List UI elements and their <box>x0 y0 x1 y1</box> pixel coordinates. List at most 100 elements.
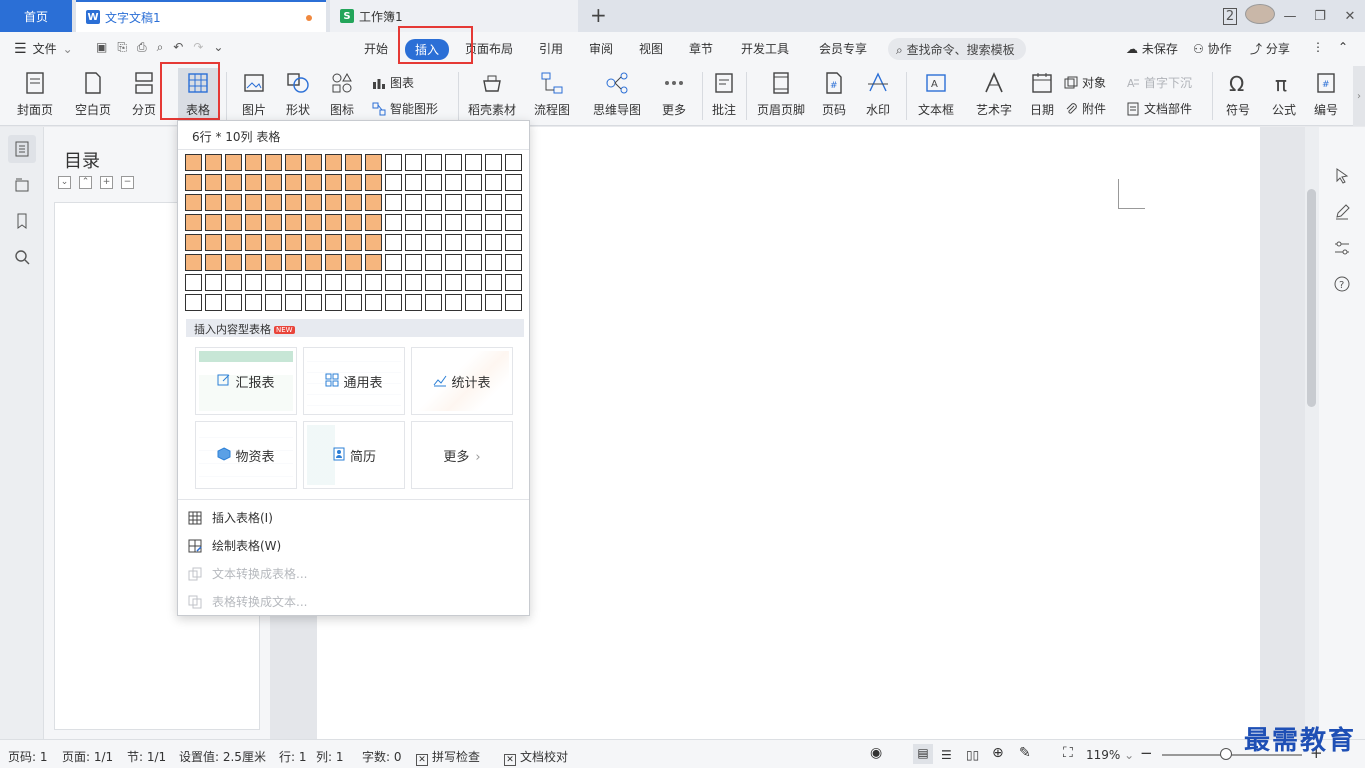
eye-protection-icon[interactable]: ◉ <box>870 745 882 761</box>
more-templates-card[interactable]: 更多 › <box>411 421 513 489</box>
table-grid-cell[interactable] <box>365 154 382 171</box>
table-grid-cell[interactable] <box>205 174 222 191</box>
table-grid-cell[interactable] <box>385 174 402 191</box>
table-grid-cell[interactable] <box>425 154 442 171</box>
table-grid-cell[interactable] <box>245 294 262 311</box>
formula-button[interactable]: π 公式 <box>1264 68 1304 122</box>
table-grid-cell[interactable] <box>205 154 222 171</box>
outline-view-icon[interactable]: ☰ <box>941 748 952 762</box>
table-grid-cell[interactable] <box>485 274 502 291</box>
table-grid-cell[interactable] <box>285 294 302 311</box>
table-grid-cell[interactable] <box>245 194 262 211</box>
table-grid-cell[interactable] <box>205 254 222 271</box>
smartart-button[interactable]: 智能图形 <box>372 100 438 117</box>
table-grid-cell[interactable] <box>465 294 482 311</box>
symbol-button[interactable]: Ω 符号 <box>1218 68 1258 122</box>
table-grid-cell[interactable] <box>465 154 482 171</box>
flowchart-button[interactable]: 流程图 <box>528 68 576 122</box>
menu-insert[interactable]: 插入 <box>405 39 450 60</box>
table-grid-cell[interactable] <box>325 154 342 171</box>
table-grid-cell[interactable] <box>245 274 262 291</box>
supplies-table-card[interactable]: 物资表 <box>195 421 297 489</box>
zoom-out-icon[interactable]: − <box>1140 744 1153 762</box>
customize-chevron-icon[interactable]: ⌄ <box>213 40 223 55</box>
table-grid-cell[interactable] <box>185 174 202 191</box>
resume-card[interactable]: 简历 <box>303 421 405 489</box>
expand-all-icon[interactable]: ⌄ <box>58 176 71 189</box>
table-grid-cell[interactable] <box>505 234 522 251</box>
table-grid-cell[interactable] <box>425 194 442 211</box>
help-icon[interactable]: ? <box>1331 273 1353 295</box>
table-grid-cell[interactable] <box>205 294 222 311</box>
doc-parts-button[interactable]: 文档部件 <box>1126 100 1192 117</box>
table-grid-cell[interactable] <box>325 294 342 311</box>
general-table-card[interactable]: 通用表 <box>303 347 405 415</box>
collaborate-button[interactable]: ⚇ 协作 <box>1193 40 1232 57</box>
table-grid-cell[interactable] <box>485 294 502 311</box>
table-grid-cell[interactable] <box>205 274 222 291</box>
table-grid-cell[interactable] <box>385 254 402 271</box>
table-grid-cell[interactable] <box>365 214 382 231</box>
table-grid-cell[interactable] <box>465 214 482 231</box>
table-grid-cell[interactable] <box>445 194 462 211</box>
collapse-all-icon[interactable]: ⌃ <box>79 176 92 189</box>
table-grid-cell[interactable] <box>385 294 402 311</box>
table-grid-cell[interactable] <box>285 174 302 191</box>
user-avatar[interactable] <box>1245 4 1275 28</box>
menu-chapter[interactable]: 章节 <box>689 40 713 57</box>
page-view-icon[interactable]: ▤ <box>913 744 933 764</box>
table-grid-cell[interactable] <box>285 254 302 271</box>
table-grid-cell[interactable] <box>365 294 382 311</box>
page-break-button[interactable]: 分页 <box>124 68 164 122</box>
file-menu[interactable]: ☰ 文件 ⌄ <box>14 40 73 57</box>
table-grid-cell[interactable] <box>405 294 422 311</box>
object-button[interactable]: 对象 <box>1064 74 1106 91</box>
table-grid-cell[interactable] <box>285 274 302 291</box>
sliders-settings-icon[interactable] <box>1331 237 1353 259</box>
table-grid-cell[interactable] <box>505 214 522 231</box>
straw-material-button[interactable]: 稻壳素材 <box>464 68 520 122</box>
table-grid-cell[interactable] <box>405 174 422 191</box>
remove-heading-icon[interactable]: − <box>121 176 134 189</box>
table-grid-cell[interactable] <box>445 254 462 271</box>
zoom-slider-handle[interactable] <box>1220 748 1233 760</box>
more-vertical-icon[interactable]: ⋮ <box>1312 40 1324 54</box>
table-grid-cell[interactable] <box>505 174 522 191</box>
table-grid-cell[interactable] <box>425 234 442 251</box>
table-grid-cell[interactable] <box>405 214 422 231</box>
table-grid-cell[interactable] <box>245 254 262 271</box>
menu-developer[interactable]: 开发工具 <box>741 40 789 57</box>
textbox-button[interactable]: A 文本框 <box>912 68 960 122</box>
zoom-level-dropdown[interactable]: 119% ⌄ <box>1086 748 1134 762</box>
insert-table-item[interactable]: 插入表格(I) <box>188 509 273 526</box>
comment-button[interactable]: 批注 <box>708 68 740 122</box>
scrollbar-thumb[interactable] <box>1307 189 1316 407</box>
table-grid-cell[interactable] <box>345 174 362 191</box>
table-grid-cell[interactable] <box>265 154 282 171</box>
report-table-card[interactable]: 汇报表 <box>195 347 297 415</box>
numbering-button[interactable]: # 编号 <box>1308 68 1344 122</box>
table-grid-cell[interactable] <box>265 214 282 231</box>
search-icon[interactable] <box>8 243 36 271</box>
table-grid-cell[interactable] <box>445 214 462 231</box>
print-preview-icon[interactable]: ⌕ <box>157 40 164 55</box>
close-icon[interactable]: ✕ <box>1335 9 1365 24</box>
table-grid-cell[interactable] <box>225 234 242 251</box>
page-number-button[interactable]: # 页码 <box>814 68 854 122</box>
chart-button[interactable]: 图表 <box>372 74 414 91</box>
table-grid-cell[interactable] <box>305 194 322 211</box>
table-grid-cell[interactable] <box>485 234 502 251</box>
table-grid-cell[interactable] <box>245 174 262 191</box>
fit-page-icon[interactable]: ⛶ <box>1063 745 1073 761</box>
undo-icon[interactable]: ↶ <box>173 40 183 55</box>
table-grid-cell[interactable] <box>365 174 382 191</box>
table-grid-cell[interactable] <box>205 234 222 251</box>
print-icon[interactable]: ⎙ <box>137 40 147 55</box>
table-grid-cell[interactable] <box>345 234 362 251</box>
table-grid-cell[interactable] <box>345 254 362 271</box>
table-grid-cell[interactable] <box>325 234 342 251</box>
table-grid-cell[interactable] <box>325 274 342 291</box>
blank-page-button[interactable]: 空白页 <box>68 68 118 122</box>
table-grid-cell[interactable] <box>405 194 422 211</box>
table-grid-cell[interactable] <box>365 274 382 291</box>
